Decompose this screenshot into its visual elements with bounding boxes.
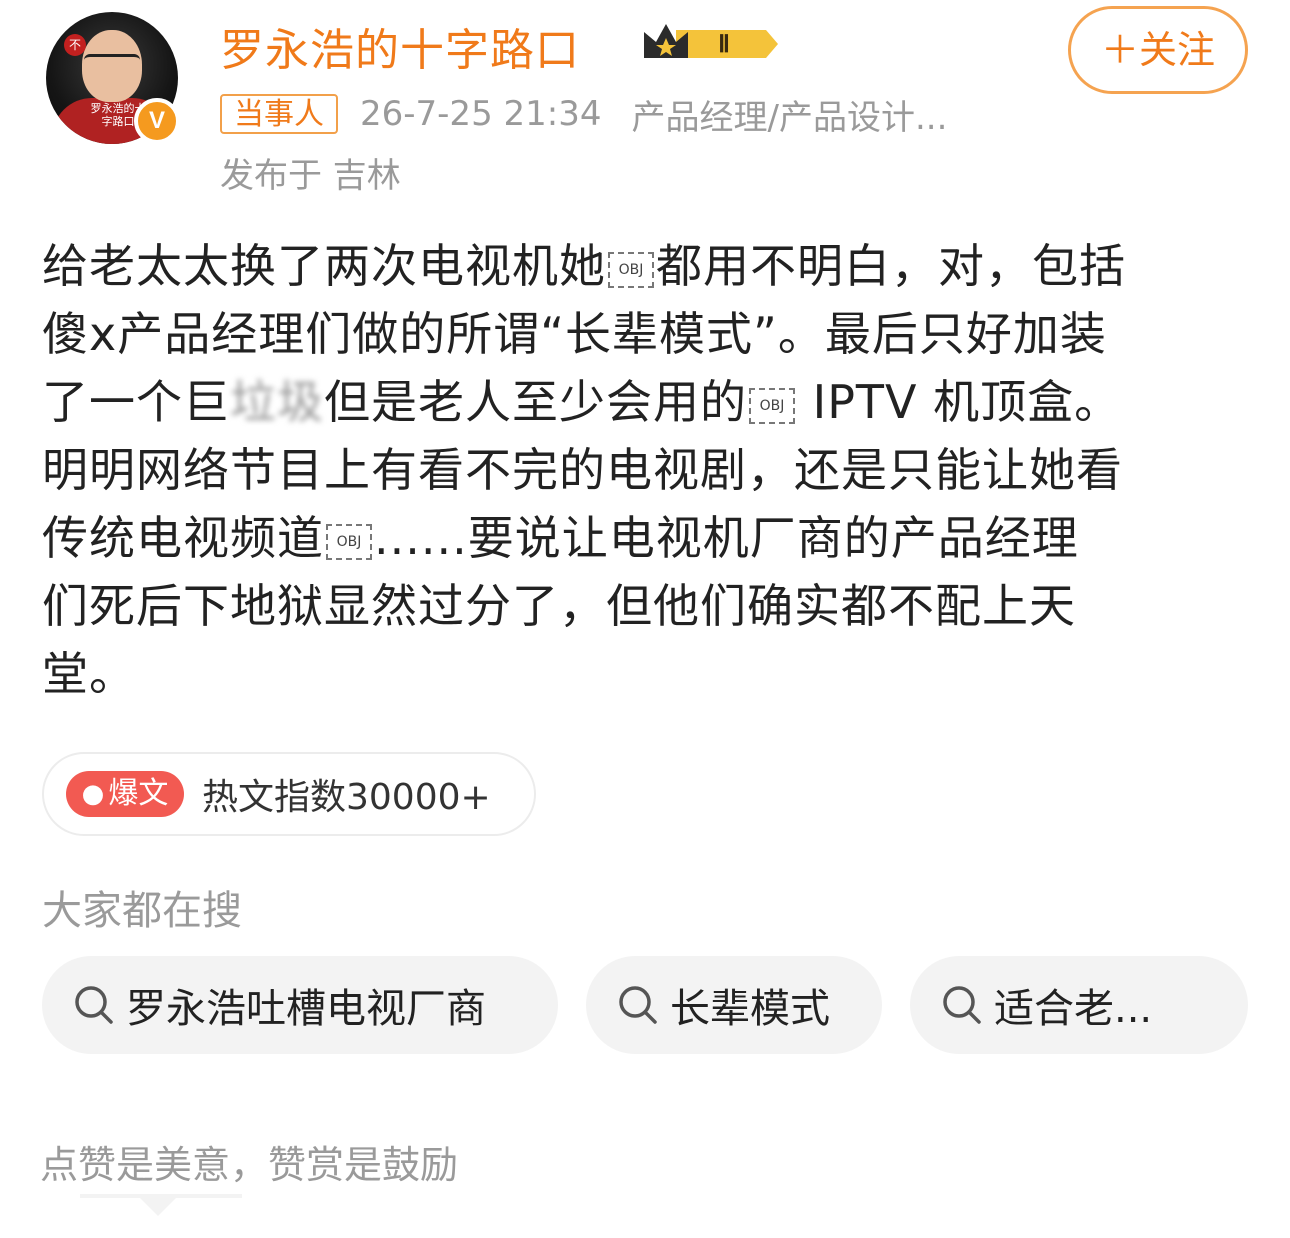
hot-index-text: 热文指数30000+ bbox=[202, 777, 491, 818]
trending-search-title: 大家都在搜 bbox=[42, 888, 242, 934]
avatar-logo-icon: 不 bbox=[64, 34, 86, 56]
blurred-word: 垃圾 bbox=[230, 375, 324, 429]
search-icon bbox=[943, 986, 981, 1024]
post-line: 们死后下地狱显然过分了，但他们确实都不配上天 bbox=[42, 579, 1076, 633]
post-body: 给老太太换了两次电视机她 OBJ 都用不明白，对，包括 傻x产品经理们做的所谓“长辈… bbox=[42, 232, 1252, 708]
post-source[interactable]: 产品经理/产品设计... bbox=[632, 90, 948, 139]
search-chip-label: 长辈模式 bbox=[670, 986, 830, 1032]
search-chip-label: 适合老... bbox=[994, 986, 1153, 1032]
reward-prompt: 点赞是美意，赞赏是鼓励 bbox=[40, 1143, 459, 1187]
obj-placeholder-icon: OBJ bbox=[608, 251, 654, 288]
hot-badge: ● 爆文 bbox=[66, 771, 184, 817]
search-chip[interactable]: 罗永浩吐槽电视厂商 bbox=[42, 956, 558, 1054]
post-meta: 当事人 26-7-25 21:34 产品经理/产品设计... bbox=[220, 90, 948, 139]
crown-level-badge-icon: Ⅱ bbox=[644, 24, 778, 58]
reward-tooltip-arrow bbox=[138, 1196, 178, 1216]
post-line: 了一个巨垃圾但是老人至少会用的 OBJ IPTV 机顶盒。 bbox=[42, 368, 1252, 436]
hot-badge-label: 爆文 bbox=[108, 776, 169, 811]
search-chip[interactable]: 长辈模式 bbox=[586, 956, 882, 1054]
follow-button[interactable]: ＋关注 bbox=[1068, 6, 1248, 94]
obj-placeholder-icon: OBJ bbox=[326, 523, 372, 560]
post-line: 傻x产品经理们做的所谓“长辈模式”。最后只好加装 bbox=[42, 307, 1107, 361]
post-line: 给老太太换了两次电视机她 OBJ 都用不明白，对，包括 bbox=[42, 239, 1126, 293]
username[interactable]: 罗永浩的十字路口 bbox=[220, 14, 580, 78]
post-date: 26-7-25 21:34 bbox=[360, 94, 602, 134]
avatar-glasses bbox=[84, 54, 140, 71]
search-chip[interactable]: 适合老... bbox=[910, 956, 1248, 1054]
search-chip-label: 罗永浩吐槽电视厂商 bbox=[126, 986, 486, 1032]
post-line: 堂。 bbox=[42, 647, 136, 701]
obj-placeholder-icon: OBJ bbox=[749, 387, 795, 424]
post-line: 传统电视频道 OBJ ......要说让电视机厂商的产品经理 bbox=[42, 511, 1079, 565]
hot-index-pill[interactable]: ● 爆文 热文指数30000+ bbox=[42, 752, 536, 836]
post-location: 发布于 吉林 bbox=[220, 156, 401, 196]
level-badge-label: Ⅱ bbox=[718, 32, 730, 58]
flame-icon: ● bbox=[81, 779, 105, 809]
search-icon bbox=[75, 986, 113, 1024]
search-icon bbox=[619, 986, 657, 1024]
post-line: 明明网络节目上有看不完的电视剧，还是只能让她看 bbox=[42, 443, 1123, 497]
verified-badge-icon: V bbox=[134, 98, 180, 144]
party-badge: 当事人 bbox=[220, 94, 338, 134]
